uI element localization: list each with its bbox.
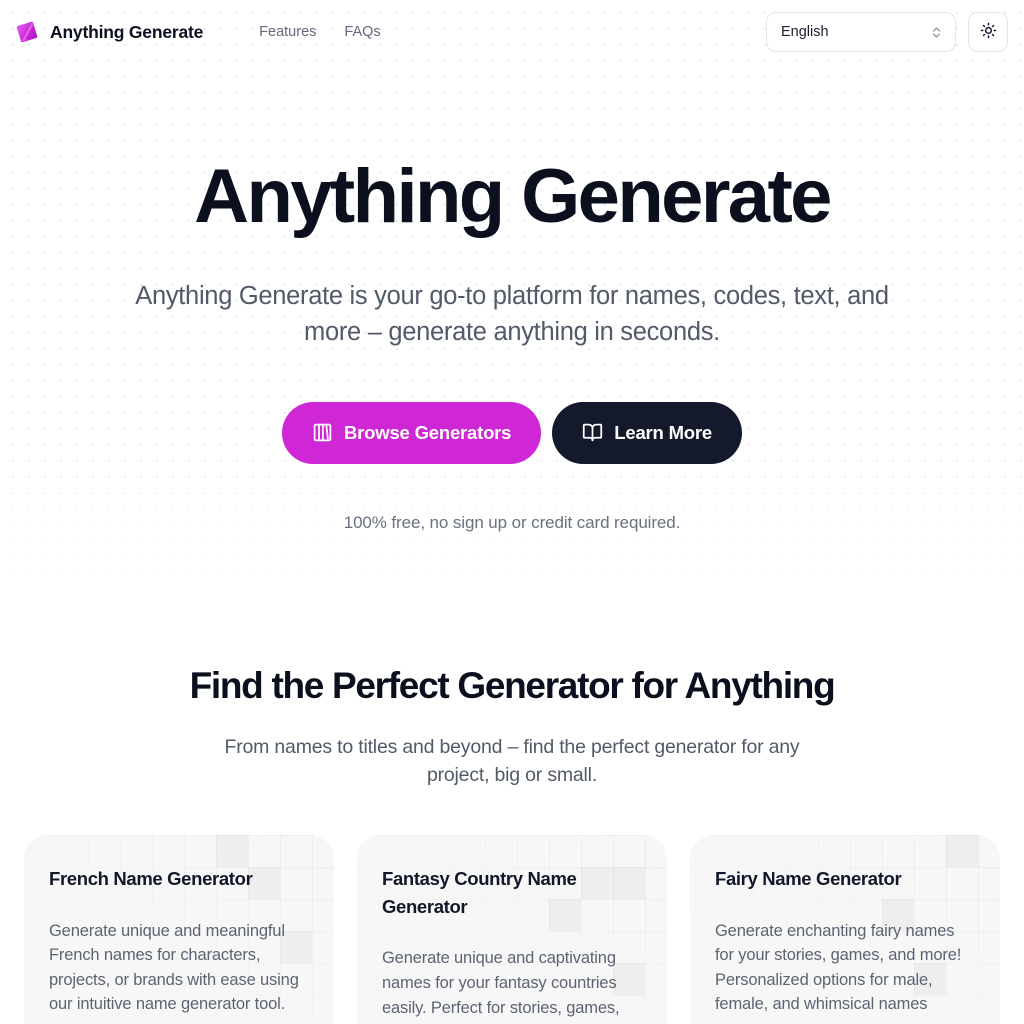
card-description: Generate unique and captivating names fo… — [382, 949, 620, 1017]
card-body: Fairy Name Generator Generate enchanting… — [715, 865, 975, 1017]
page-title: Anything Generate — [194, 154, 832, 239]
brand-logo-link[interactable]: Anything Generate — [14, 19, 203, 45]
card-body: French Name Generator Generate unique an… — [49, 865, 309, 1017]
card-title: Fairy Name Generator — [715, 867, 902, 889]
card-title: Fantasy Country Name Generator — [382, 867, 577, 917]
generator-card[interactable]: Fairy Name Generator Generate enchanting… — [690, 834, 1000, 1024]
rotated-square-logo-icon — [14, 19, 40, 45]
learn-more-label: Learn More — [614, 421, 712, 443]
main-nav: Features FAQs — [259, 24, 381, 40]
main-content: Anything Generate Anything Generate is y… — [0, 64, 1024, 1024]
chevron-up-down-icon — [929, 25, 944, 40]
browse-generators-label: Browse Generators — [344, 421, 512, 443]
hero-subtitle: Anything Generate is your go-to platform… — [135, 281, 889, 346]
card-description: Generate unique and meaningful French na… — [49, 921, 299, 1014]
language-select[interactable]: English — [766, 12, 956, 52]
page-root: Anything Generate Features FAQs English — [0, 0, 1024, 1024]
sun-icon — [980, 22, 997, 42]
card-title: French Name Generator — [49, 867, 253, 889]
card-grid-highlight-cell — [216, 835, 248, 867]
header-actions: English — [766, 12, 1008, 52]
theme-toggle-button[interactable] — [968, 12, 1008, 52]
card-body: Fantasy Country Name Generator Generate … — [382, 865, 642, 1020]
book-open-icon — [582, 422, 603, 443]
card-description: Generate enchanting fairy names for your… — [715, 921, 962, 1014]
section-title: Find the Perfect Generator for Anything — [189, 664, 836, 706]
library-icon — [312, 422, 333, 443]
learn-more-button[interactable]: Learn More — [552, 401, 742, 464]
language-select-value: English — [781, 24, 829, 40]
hero-note: 100% free, no sign up or credit card req… — [343, 512, 681, 532]
site-header: Anything Generate Features FAQs English — [0, 0, 1024, 64]
hero-actions: Browse Generators Learn More — [0, 401, 1024, 464]
brand-name: Anything Generate — [50, 21, 204, 42]
hero-section: Anything Generate Anything Generate is y… — [0, 64, 1024, 533]
generator-card[interactable]: Fantasy Country Name Generator Generate … — [357, 834, 667, 1024]
generators-section: Find the Perfect Generator for Anything … — [0, 665, 1024, 1024]
generator-card-grid: French Name Generator Generate unique an… — [0, 834, 1024, 1024]
nav-link-features[interactable]: Features — [259, 24, 316, 40]
browse-generators-button[interactable]: Browse Generators — [282, 401, 542, 464]
section-subtitle: From names to titles and beyond – find t… — [224, 735, 800, 787]
card-grid-highlight-cell — [946, 835, 978, 867]
nav-link-faqs[interactable]: FAQs — [344, 24, 380, 40]
generator-card[interactable]: French Name Generator Generate unique an… — [24, 834, 334, 1024]
